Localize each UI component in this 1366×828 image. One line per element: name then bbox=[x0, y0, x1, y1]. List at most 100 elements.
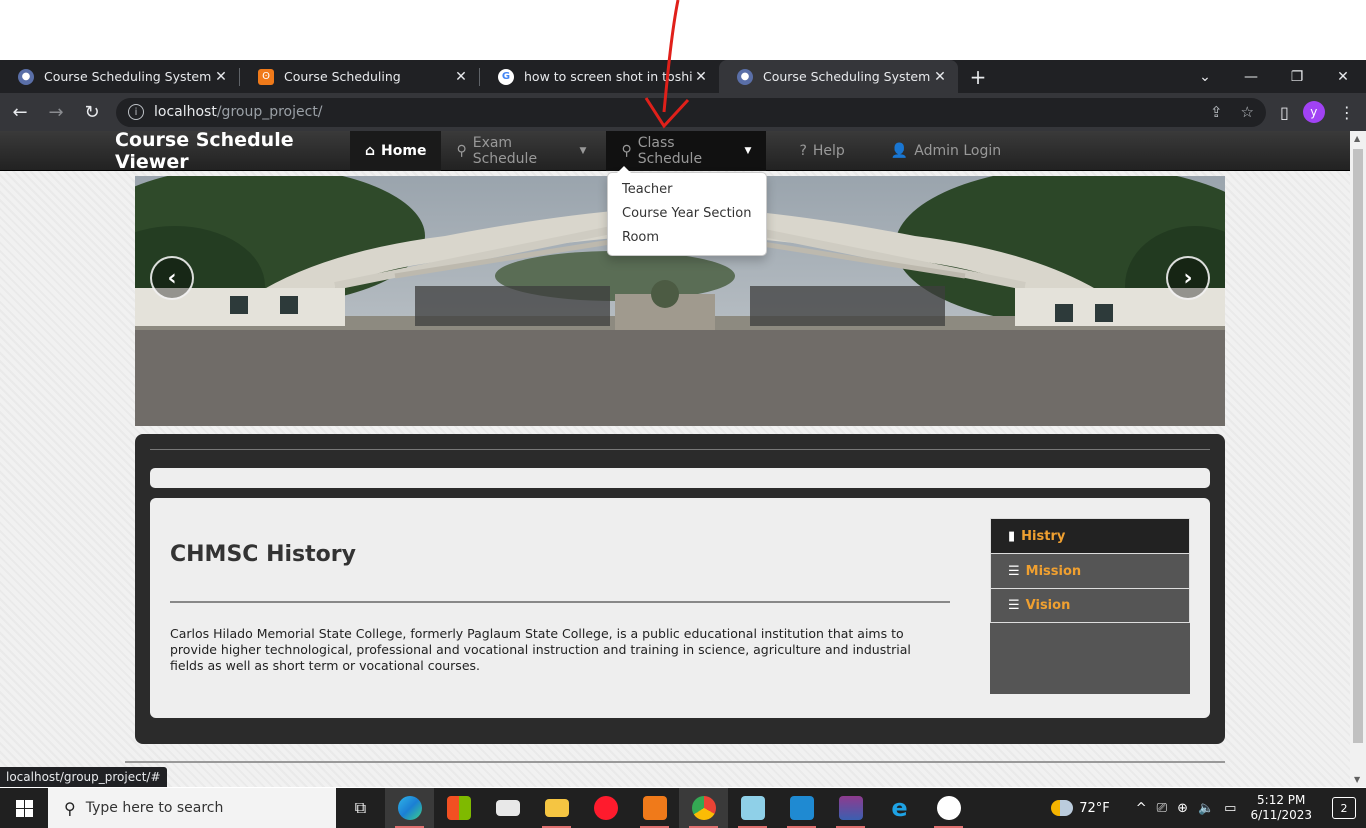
weather-partly-cloudy-icon bbox=[1051, 800, 1074, 816]
list-icon: ☰ bbox=[1008, 598, 1020, 613]
close-window-icon[interactable]: ✕ bbox=[1320, 60, 1366, 93]
list-icon: ☰ bbox=[1008, 563, 1020, 579]
side-item-label: Mission bbox=[1025, 563, 1082, 579]
browser-tab-1[interactable]: ● Course Scheduling System ✕ bbox=[0, 60, 239, 93]
side-item-mission[interactable]: ☰ Mission bbox=[990, 553, 1190, 588]
back-icon[interactable]: ← bbox=[4, 96, 36, 128]
site-info-icon[interactable]: i bbox=[128, 104, 144, 120]
meet-icon[interactable]: ⎚ bbox=[1157, 801, 1167, 816]
notepad-icon[interactable] bbox=[728, 788, 777, 828]
url-host: localhost bbox=[154, 104, 217, 120]
site-brand[interactable]: Course Schedule Viewer bbox=[115, 131, 350, 173]
status-url-tooltip: localhost/group_project/# bbox=[0, 767, 167, 787]
carousel-prev-button[interactable]: ‹ bbox=[150, 256, 194, 300]
scroll-down-icon[interactable]: ▼ bbox=[1354, 775, 1360, 784]
notification-icon[interactable]: 2 bbox=[1332, 797, 1356, 819]
nav-admin-label: Admin Login bbox=[914, 142, 1002, 159]
scroll-thumb[interactable] bbox=[1353, 149, 1363, 743]
panel-bar bbox=[150, 468, 1210, 488]
weather-widget[interactable]: 72°F bbox=[1051, 800, 1110, 816]
site-navbar: Course Schedule Viewer ⌂ Home ⚲ Exam Sch… bbox=[0, 131, 1350, 173]
weather-temp: 72°F bbox=[1079, 800, 1110, 816]
tab-search-icon[interactable]: ⌄ bbox=[1182, 60, 1228, 93]
menu-kebab-icon[interactable]: ⋮ bbox=[1339, 103, 1355, 122]
question-circle-icon: ? bbox=[799, 142, 807, 159]
bookmark-star-icon[interactable]: ☆ bbox=[1241, 103, 1254, 121]
reload-icon[interactable]: ↻ bbox=[76, 96, 108, 128]
page-title: CHMSC History bbox=[170, 542, 356, 567]
college-seal-icon: ● bbox=[737, 68, 753, 85]
book-icon: ▮ bbox=[1008, 528, 1016, 544]
nav-help[interactable]: ? Help bbox=[784, 131, 859, 171]
chrome-icon[interactable] bbox=[679, 788, 728, 828]
close-icon[interactable]: ✕ bbox=[453, 69, 469, 85]
volume-icon[interactable]: 🔈 bbox=[1198, 801, 1214, 816]
scroll-up-icon[interactable]: ▲ bbox=[1354, 134, 1360, 143]
class-schedule-dropdown: Teacher Course Year Section Room bbox=[607, 166, 767, 256]
nav-home[interactable]: ⌂ Home bbox=[350, 131, 442, 171]
nav-exam-schedule[interactable]: ⚲ Exam Schedule ▼ bbox=[441, 131, 601, 171]
browser-tab-4[interactable]: ● Course Scheduling System ✕ bbox=[719, 60, 958, 93]
college-seal-icon: ● bbox=[18, 68, 34, 85]
chevron-up-icon[interactable]: ^ bbox=[1136, 801, 1147, 816]
caret-down-icon: ▼ bbox=[744, 145, 752, 156]
close-icon[interactable]: ✕ bbox=[213, 69, 229, 85]
side-item-histry[interactable]: ▮ Histry bbox=[990, 518, 1190, 553]
profile-avatar[interactable]: y bbox=[1302, 101, 1325, 123]
browser-toolbar: ← → ↻ i localhost/group_project/ ⇪ ☆ ▯ y… bbox=[0, 93, 1366, 131]
windows-start-icon[interactable] bbox=[0, 788, 48, 828]
browser-tab-2[interactable]: ʘ Course Scheduling ✕ bbox=[240, 60, 479, 93]
search-icon: ⚲ bbox=[621, 142, 632, 159]
clock-date: 6/11/2023 bbox=[1250, 808, 1312, 822]
mail-icon[interactable] bbox=[483, 788, 532, 828]
opera-icon[interactable] bbox=[581, 788, 630, 828]
page-scrollbar[interactable]: ▲ ▼ bbox=[1350, 131, 1366, 787]
home-icon: ⌂ bbox=[365, 142, 376, 159]
restore-icon[interactable]: ❐ bbox=[1274, 60, 1320, 93]
close-icon[interactable]: ✕ bbox=[932, 69, 948, 85]
nav-home-label: Home bbox=[381, 142, 427, 159]
file-explorer-icon[interactable] bbox=[532, 788, 581, 828]
tab-title: Course Scheduling System bbox=[763, 69, 931, 84]
new-tab-button[interactable]: + bbox=[958, 65, 998, 89]
side-item-vision[interactable]: ☰ Vision bbox=[990, 588, 1190, 623]
forward-icon[interactable]: → bbox=[40, 96, 72, 128]
edge-icon[interactable] bbox=[385, 788, 434, 828]
internet-explorer-icon[interactable]: e bbox=[875, 788, 924, 828]
tray-icons: ^ ⎚ ⊕ 🔈 ▭ bbox=[1136, 801, 1237, 816]
language-globe-icon[interactable]: ⊕ bbox=[1177, 801, 1188, 816]
google-icon: G bbox=[498, 68, 514, 85]
vscode-icon[interactable] bbox=[777, 788, 826, 828]
winrar-icon[interactable] bbox=[826, 788, 875, 828]
caret-down-icon: ▼ bbox=[579, 145, 587, 156]
tab-title: how to screen shot in toshiba pc bbox=[524, 69, 693, 84]
annotation-area bbox=[0, 0, 1366, 60]
dropdown-item-room[interactable]: Room bbox=[608, 226, 766, 250]
minimize-icon[interactable]: — bbox=[1228, 60, 1274, 93]
nav-admin-login[interactable]: 👤 Admin Login bbox=[876, 131, 1016, 171]
taskbar-clock[interactable]: 5:12 PM 6/11/2023 bbox=[1250, 793, 1312, 823]
page-viewport: Course Schedule Viewer ⌂ Home ⚲ Exam Sch… bbox=[0, 131, 1350, 787]
dropdown-item-course-year-section[interactable]: Course Year Section bbox=[608, 202, 766, 226]
side-menu: ▮ Histry ☰ Mission ☰ Vision bbox=[990, 518, 1190, 694]
dropdown-item-teacher[interactable]: Teacher bbox=[608, 178, 766, 202]
window-controls: ⌄ — ❐ ✕ bbox=[1182, 60, 1366, 93]
taskbar-search-input[interactable]: ⚲ Type here to search bbox=[48, 788, 336, 828]
nav-help-label: Help bbox=[812, 142, 845, 159]
xampp-taskbar-icon[interactable] bbox=[630, 788, 679, 828]
share-icon[interactable]: ⇪ bbox=[1210, 103, 1223, 121]
task-view-icon[interactable]: ⧉ bbox=[336, 788, 385, 828]
taskbar-search-placeholder: Type here to search bbox=[85, 800, 224, 816]
carousel-next-button[interactable]: › bbox=[1166, 256, 1210, 300]
browser-tab-3[interactable]: G how to screen shot in toshiba pc ✕ bbox=[480, 60, 719, 93]
photos-icon[interactable] bbox=[924, 788, 973, 828]
nav-class-schedule[interactable]: ⚲ Class Schedule ▼ bbox=[606, 131, 767, 171]
history-card: CHMSC History Carlos Hilado Memorial Sta… bbox=[150, 498, 1210, 718]
side-panel-icon[interactable]: ▯ bbox=[1280, 103, 1289, 122]
side-item-label: Histry bbox=[1021, 528, 1066, 544]
store-icon[interactable] bbox=[434, 788, 483, 828]
address-bar[interactable]: i localhost/group_project/ ⇪ ☆ bbox=[116, 97, 1266, 127]
battery-icon[interactable]: ▭ bbox=[1224, 801, 1236, 816]
close-icon[interactable]: ✕ bbox=[693, 69, 709, 85]
search-icon: ⚲ bbox=[64, 798, 76, 818]
